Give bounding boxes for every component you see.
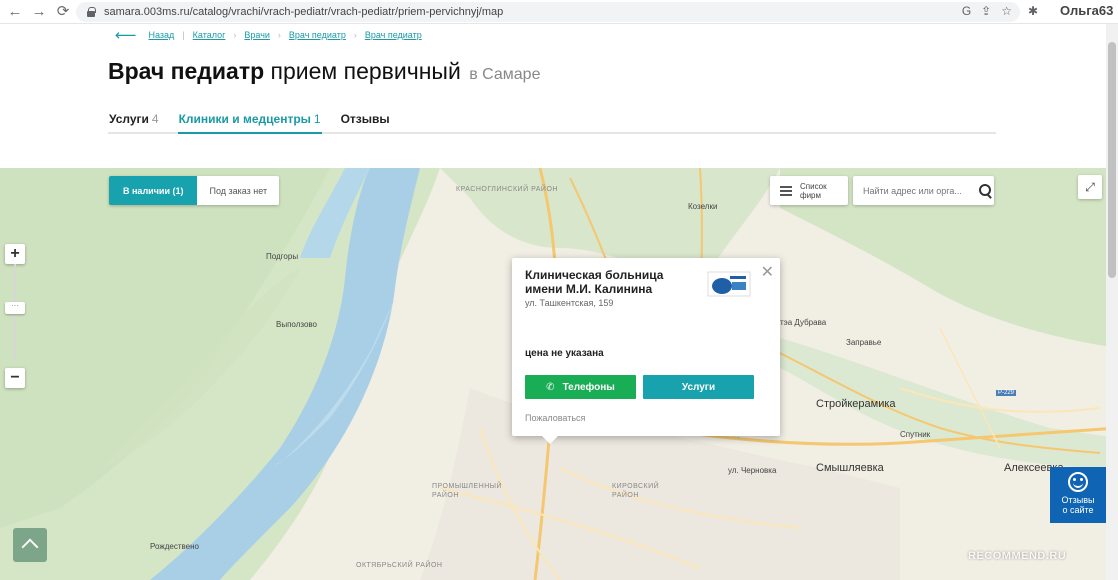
title-main: Врач педиатр (108, 58, 265, 84)
map-label-place: Стройкерамика (816, 398, 896, 410)
road-badge: Р-229 (996, 390, 1017, 396)
tab-clinics[interactable]: Клиники и медцентры 1 (177, 110, 322, 134)
address-bar[interactable]: samara.003ms.ru/catalog/vrachi/vrach-ped… (76, 2, 1020, 22)
map-label-street: ул. Черновка (728, 466, 777, 475)
zoom-in-button[interactable]: + (5, 244, 25, 264)
firm-list-label: Список фирм (800, 181, 827, 200)
back-arrow-icon[interactable]: ← (6, 3, 24, 21)
url-text: samara.003ms.ru/catalog/vrachi/vrach-ped… (104, 6, 504, 18)
breadcrumb-item[interactable]: Врач педиатр (289, 30, 346, 40)
tab-label: Клиники и медцентры (178, 112, 311, 126)
extensions-icon[interactable]: ✱ (1028, 4, 1038, 18)
breadcrumb-item[interactable]: Врачи (244, 30, 270, 40)
page-title: Врач педиатр прием первичный в Самаре (108, 58, 540, 85)
page-scrollbar[interactable] (1106, 24, 1118, 580)
lock-icon (86, 7, 96, 17)
map-label-place: Козелки (688, 202, 718, 211)
feedback-label: о сайте (1062, 505, 1094, 515)
filter-available-button[interactable]: В наличии (1) (109, 176, 198, 205)
clinic-name[interactable]: Клиническая больница имени М.И. Калинина (525, 268, 695, 296)
tab-label: Услуги (109, 112, 149, 126)
map-label-place: тэа Дубрава (780, 318, 827, 327)
map-label-place: Заправье (846, 338, 882, 347)
feedback-label: Отзывы (1061, 495, 1095, 505)
forward-arrow-icon[interactable]: → (30, 3, 48, 21)
complain-link[interactable]: Пожаловаться (525, 413, 585, 423)
map-label-place: Смышляевка (816, 462, 884, 474)
breadcrumb-item[interactable]: Врач педиатр (365, 30, 422, 40)
list-icon (780, 184, 792, 198)
phone-icon: ✆ (546, 381, 555, 393)
site-feedback-button[interactable]: Отзывы о сайте (1050, 467, 1106, 523)
zoom-out-button[interactable]: − (5, 368, 25, 388)
map-label-district: КРАСНОГЛИНСКИЙ РАЙОН (456, 186, 558, 193)
tab-count: 4 (151, 112, 159, 126)
smile-icon (1068, 472, 1088, 492)
tab-reviews[interactable]: Отзывы (340, 110, 391, 134)
map-label-place: Рождествено (150, 542, 199, 551)
map-label-district: ПРОМЫШЛЕННЫЙ РАЙОН (432, 483, 503, 499)
google-icon[interactable]: G (962, 4, 971, 18)
clinic-address: ул. Ташкентская, 159 (525, 298, 614, 308)
availability-filter: В наличии (1) Под заказ нет (109, 176, 280, 205)
breadcrumb-item[interactable]: Каталог (193, 30, 226, 40)
scrollbar-thumb[interactable] (1108, 42, 1116, 278)
map-label-place: Подгоры (266, 252, 299, 261)
title-sub: прием первичный (270, 58, 461, 84)
tabs: Услуги 4 Клиники и медцентры 1 Отзывы (108, 110, 996, 134)
chevron-right-icon: › (353, 30, 357, 40)
tab-label: Отзывы (340, 112, 390, 126)
scroll-up-button[interactable] (13, 528, 47, 562)
phones-button-label: Телефоны (562, 381, 615, 393)
breadcrumb-separator: | (182, 30, 185, 40)
chevron-right-icon: › (233, 30, 237, 40)
title-city: в Самаре (469, 66, 541, 83)
tab-services[interactable]: Услуги 4 (108, 110, 160, 134)
clinic-logo (707, 271, 751, 297)
map-search (853, 176, 994, 205)
map-label-place: Спутник (900, 430, 931, 439)
profile-name[interactable]: Ольга63 (1060, 3, 1113, 18)
watermark: RECOMMEND.RU (968, 550, 1067, 562)
back-arrow-icon[interactable]: ⟵ (115, 26, 137, 44)
map-label-place: Выползово (276, 320, 317, 329)
reload-icon[interactable]: ⟳ (54, 3, 72, 21)
map-search-input[interactable] (863, 185, 975, 196)
zoom-handle[interactable]: ··· (5, 302, 25, 314)
breadcrumb-back[interactable]: Назад (149, 30, 175, 40)
map-label-district: ОКТЯБРЬСКИЙ РАЙОН (356, 562, 443, 569)
phones-button[interactable]: ✆ Телефоны (525, 375, 636, 399)
price-text: цена не указана (525, 348, 604, 359)
filter-order-button[interactable]: Под заказ нет (197, 176, 280, 205)
firm-list-button[interactable]: Список фирм (770, 176, 848, 205)
breadcrumb: ⟵ Назад | Каталог › Врачи › Врач педиатр… (115, 26, 422, 44)
tab-count: 1 (313, 112, 321, 126)
clinic-popup: ✕ Клиническая больница имени М.И. Калини… (512, 258, 780, 444)
browser-toolbar: ← → ⟳ samara.003ms.ru/catalog/vrachi/vra… (0, 0, 1118, 24)
map-label-district: КИРОВСКИЙ РАЙОН (612, 483, 660, 499)
services-button[interactable]: Услуги (643, 375, 754, 399)
share-icon[interactable]: ⇪ (981, 4, 991, 18)
map[interactable]: КРАСНОГЛИНСКИЙ РАЙОН Подгоры Выползово К… (0, 168, 1118, 580)
close-icon[interactable]: ✕ (761, 262, 774, 282)
search-icon[interactable] (979, 183, 993, 198)
bookmark-star-icon[interactable]: ☆ (1001, 4, 1012, 18)
chevron-right-icon: › (277, 30, 281, 40)
fullscreen-icon[interactable]: ⤢ (1078, 175, 1102, 199)
